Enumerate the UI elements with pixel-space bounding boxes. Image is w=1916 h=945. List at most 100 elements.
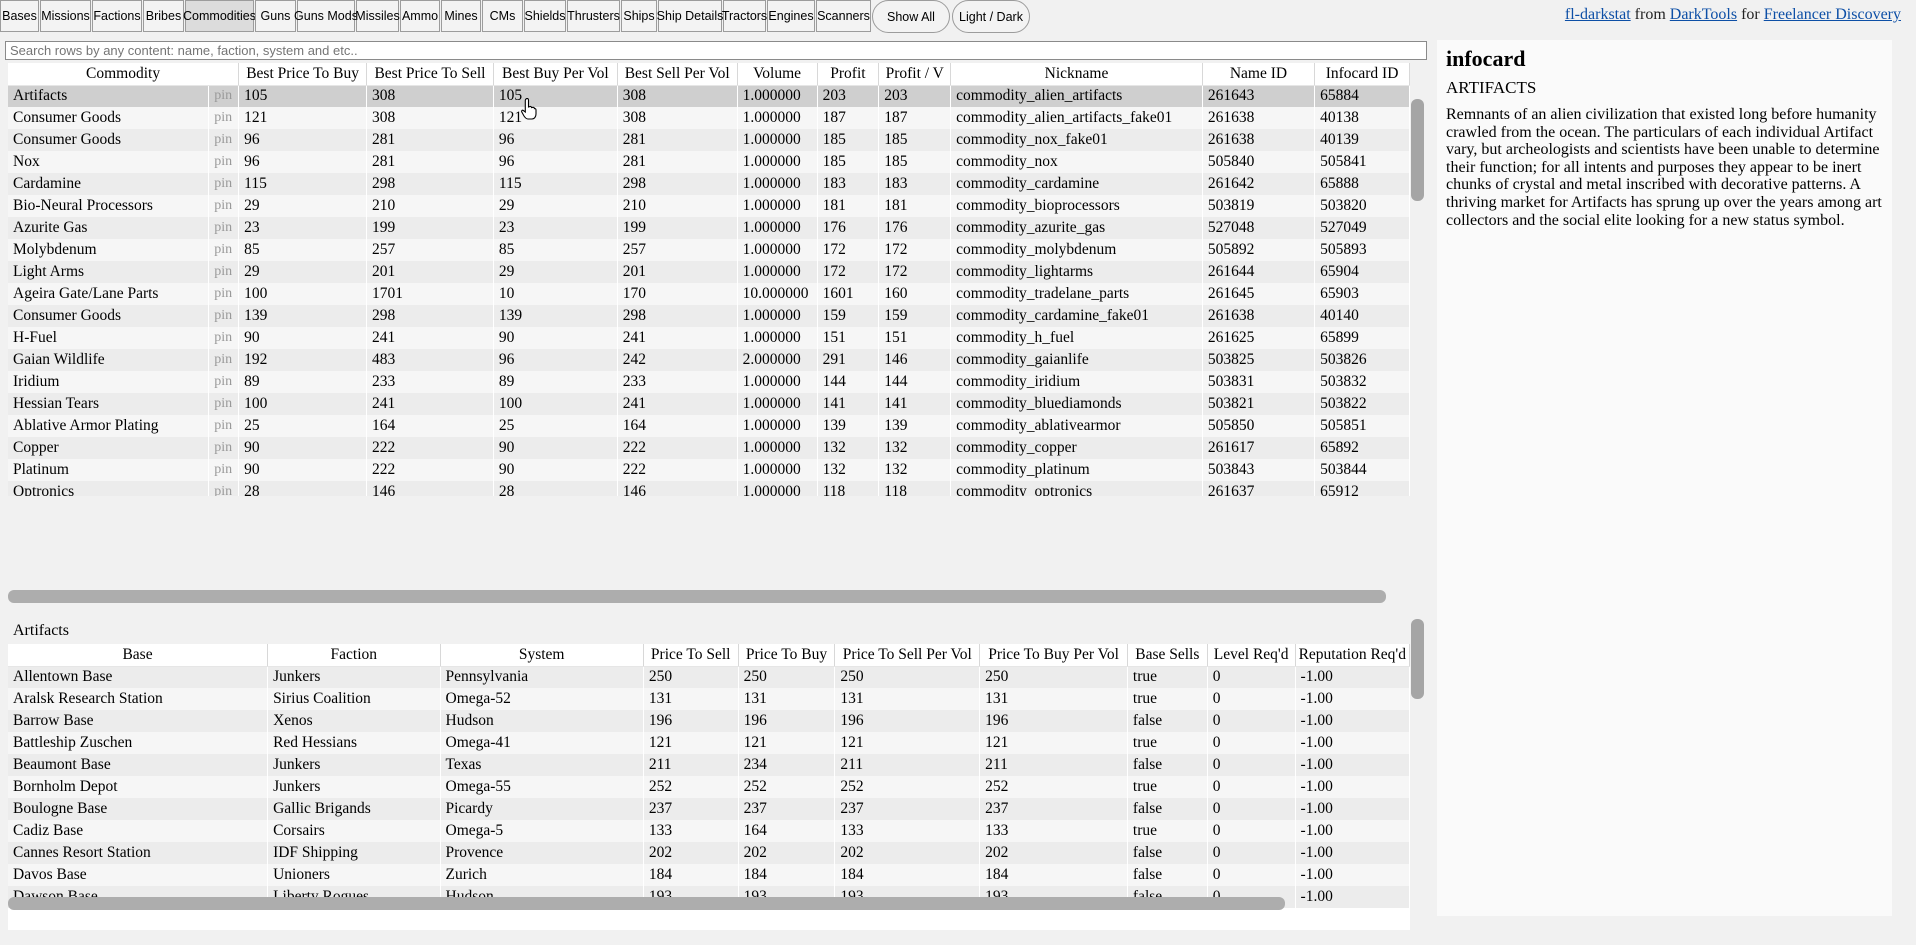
column-header[interactable]: Reputation Req'd bbox=[1295, 644, 1410, 667]
base-row[interactable]: Bornholm Depot Junkers Omega-55 252 252 252 25… bbox=[8, 776, 1410, 798]
column-header[interactable]: Price To Sell bbox=[643, 644, 739, 667]
base-row[interactable]: Barrow Base Xenos Hudson 196 196 196 196 false 0… bbox=[8, 710, 1410, 732]
pin-button[interactable]: pin bbox=[208, 217, 240, 239]
pin-button[interactable]: pin bbox=[208, 85, 240, 107]
tab-bases[interactable]: Bases bbox=[0, 0, 39, 32]
commodity-row[interactable]: Platinum pin 90 222 90 222 1.000000 132 132 commo… bbox=[8, 459, 1410, 481]
pin-button[interactable]: pin bbox=[208, 129, 240, 151]
table-cell: Junkers bbox=[267, 776, 441, 798]
commodity-row[interactable]: Light Arms pin 29 201 29 201 1.000000 172 172 com… bbox=[8, 261, 1410, 283]
column-header[interactable]: Price To Buy bbox=[738, 644, 836, 667]
base-row[interactable]: Cannes Resort Station IDF Shipping Provenc… bbox=[8, 842, 1410, 864]
tab-bribes[interactable]: Bribes bbox=[143, 0, 184, 32]
column-header[interactable]: Price To Buy Per Vol bbox=[979, 644, 1128, 667]
bases-horizontal-scrollbar[interactable] bbox=[8, 897, 1285, 910]
commodity-row[interactable]: Optronics pin 28 146 28 146 1.000000 118 118 comm… bbox=[8, 481, 1410, 496]
light-dark-toggle-button[interactable]: Light / Dark bbox=[952, 0, 1030, 33]
tab-ship-details[interactable]: Ship Details bbox=[657, 0, 723, 32]
commodities-horizontal-scrollbar[interactable] bbox=[8, 590, 1386, 603]
column-header[interactable]: Infocard ID bbox=[1314, 63, 1410, 86]
pin-button[interactable]: pin bbox=[208, 393, 240, 415]
column-header[interactable]: Best Price To Sell bbox=[366, 63, 494, 86]
column-header[interactable]: Volume bbox=[737, 63, 818, 86]
pin-button[interactable]: pin bbox=[208, 437, 240, 459]
column-header[interactable]: Base Sells bbox=[1127, 644, 1208, 667]
pin-button[interactable]: pin bbox=[208, 107, 240, 129]
commodity-row[interactable]: Consumer Goods pin 139 298 139 298 1.000000 159… bbox=[8, 305, 1410, 327]
tab-shields[interactable]: Shields bbox=[524, 0, 566, 32]
column-header[interactable]: Profit bbox=[817, 63, 880, 86]
pin-button[interactable]: pin bbox=[208, 151, 240, 173]
pin-button[interactable]: pin bbox=[208, 195, 240, 217]
column-header[interactable]: Best Sell Per Vol bbox=[617, 63, 738, 86]
commodity-row[interactable]: Hessian Tears pin 100 241 100 241 1.000000 141 1… bbox=[8, 393, 1410, 415]
column-header[interactable]: Nickname bbox=[950, 63, 1203, 86]
tab-ships[interactable]: Ships bbox=[621, 0, 657, 32]
commodity-row[interactable]: Azurite Gas pin 23 199 23 199 1.000000 176 176 co… bbox=[8, 217, 1410, 239]
fl-darkstat-link[interactable]: fl-darkstat bbox=[1565, 6, 1631, 23]
darktools-link[interactable]: DarkTools bbox=[1670, 6, 1737, 23]
pin-button[interactable]: pin bbox=[208, 327, 240, 349]
column-header[interactable]: Level Req'd bbox=[1207, 644, 1296, 667]
column-header[interactable]: Profit / V bbox=[878, 63, 952, 86]
commodity-row[interactable]: Cardamine pin 115 298 115 298 1.000000 183 183 co… bbox=[8, 173, 1410, 195]
column-header[interactable]: Best Price To Buy bbox=[238, 63, 368, 86]
pin-button[interactable]: pin bbox=[208, 173, 240, 195]
tab-commodities[interactable]: Commodities bbox=[183, 0, 256, 32]
commodity-row[interactable]: Artifacts pin 105 308 105 308 1.000000 203 203 co… bbox=[8, 85, 1410, 107]
base-row[interactable]: Aralsk Research Station Sirius Coalition O… bbox=[8, 688, 1410, 710]
tab-missiles[interactable]: Missiles bbox=[355, 0, 400, 32]
pin-button[interactable]: pin bbox=[208, 283, 240, 305]
commodity-row[interactable]: Ablative Armor Plating pin 25 164 25 164 1.000… bbox=[8, 415, 1410, 437]
tab-guns-mods[interactable]: Guns Mods bbox=[294, 0, 358, 32]
commodity-row[interactable]: Ageira Gate/Lane Parts pin 100 1701 10 170 10.… bbox=[8, 283, 1410, 305]
tab-missions[interactable]: Missions bbox=[40, 0, 91, 32]
base-row[interactable]: Boulogne Base Gallic Brigands Picardy 237 23… bbox=[8, 798, 1410, 820]
tab-guns[interactable]: Guns bbox=[255, 0, 296, 32]
pin-button[interactable]: pin bbox=[208, 349, 240, 371]
commodity-row[interactable]: Iridium pin 89 233 89 233 1.000000 144 144 commod… bbox=[8, 371, 1410, 393]
column-header[interactable]: Base bbox=[8, 644, 269, 667]
column-header[interactable]: Name ID bbox=[1202, 63, 1316, 86]
table-cell: 1.000000 bbox=[737, 107, 818, 129]
column-header[interactable]: Commodity bbox=[8, 63, 240, 86]
tab-scanners[interactable]: Scanners bbox=[816, 0, 871, 32]
commodity-row[interactable]: H-Fuel pin 90 241 90 241 1.000000 151 151 commodi… bbox=[8, 327, 1410, 349]
search-input[interactable] bbox=[5, 41, 1427, 60]
base-row[interactable]: Davos Base Unioners Zurich 184 184 184 184 fals… bbox=[8, 864, 1410, 886]
tab-ammo[interactable]: Ammo bbox=[400, 0, 440, 32]
base-row[interactable]: Battleship Zuschen Red Hessians Omega-41 12… bbox=[8, 732, 1410, 754]
pin-button[interactable]: pin bbox=[208, 371, 240, 393]
base-row[interactable]: Allentown Base Junkers Pennsylvania 250 250 2… bbox=[8, 666, 1410, 688]
base-row[interactable]: Beaumont Base Junkers Texas 211 234 211 211 fal… bbox=[8, 754, 1410, 776]
column-header[interactable]: System bbox=[440, 644, 644, 667]
column-header[interactable]: Price To Sell Per Vol bbox=[834, 644, 981, 667]
commodity-row[interactable]: Nox pin 96 281 96 281 1.000000 185 185 commodity_… bbox=[8, 151, 1410, 173]
table-cell: 252 bbox=[738, 776, 836, 798]
column-header[interactable]: Best Buy Per Vol bbox=[493, 63, 618, 86]
commodity-row[interactable]: Consumer Goods pin 96 281 96 281 1.000000 185 18… bbox=[8, 129, 1410, 151]
pin-button[interactable]: pin bbox=[208, 239, 240, 261]
pin-button[interactable]: pin bbox=[208, 415, 240, 437]
bases-vertical-scrollbar[interactable] bbox=[1411, 619, 1424, 699]
column-header[interactable]: Faction bbox=[267, 644, 441, 667]
commodity-row[interactable]: Bio-Neural Processors pin 29 210 29 210 1.0000… bbox=[8, 195, 1410, 217]
freelancer-discovery-link[interactable]: Freelancer Discovery bbox=[1764, 6, 1901, 23]
base-row[interactable]: Cadiz Base Corsairs Omega-5 133 164 133 133 tru… bbox=[8, 820, 1410, 842]
tab-tractors[interactable]: Tractors bbox=[722, 0, 767, 32]
commodity-row[interactable]: Gaian Wildlife pin 192 483 96 242 2.000000 291 1… bbox=[8, 349, 1410, 371]
commodities-vertical-scrollbar[interactable] bbox=[1411, 99, 1424, 201]
tab-thrusters[interactable]: Thrusters bbox=[567, 0, 620, 32]
commodity-row[interactable]: Consumer Goods pin 121 308 121 308 1.000000 187… bbox=[8, 107, 1410, 129]
pin-button[interactable]: pin bbox=[208, 261, 240, 283]
pin-button[interactable]: pin bbox=[208, 305, 240, 327]
commodity-row[interactable]: Molybdenum pin 85 257 85 257 1.000000 172 172 com… bbox=[8, 239, 1410, 261]
tab-mines[interactable]: Mines bbox=[441, 0, 481, 32]
tab-cms[interactable]: CMs bbox=[482, 0, 523, 32]
tab-engines[interactable]: Engines bbox=[767, 0, 815, 32]
tab-factions[interactable]: Factions bbox=[92, 0, 142, 32]
pin-button[interactable]: pin bbox=[208, 481, 240, 496]
show-all-button[interactable]: Show All bbox=[872, 0, 950, 33]
commodity-row[interactable]: Copper pin 90 222 90 222 1.000000 132 132 commodi… bbox=[8, 437, 1410, 459]
pin-button[interactable]: pin bbox=[208, 459, 240, 481]
